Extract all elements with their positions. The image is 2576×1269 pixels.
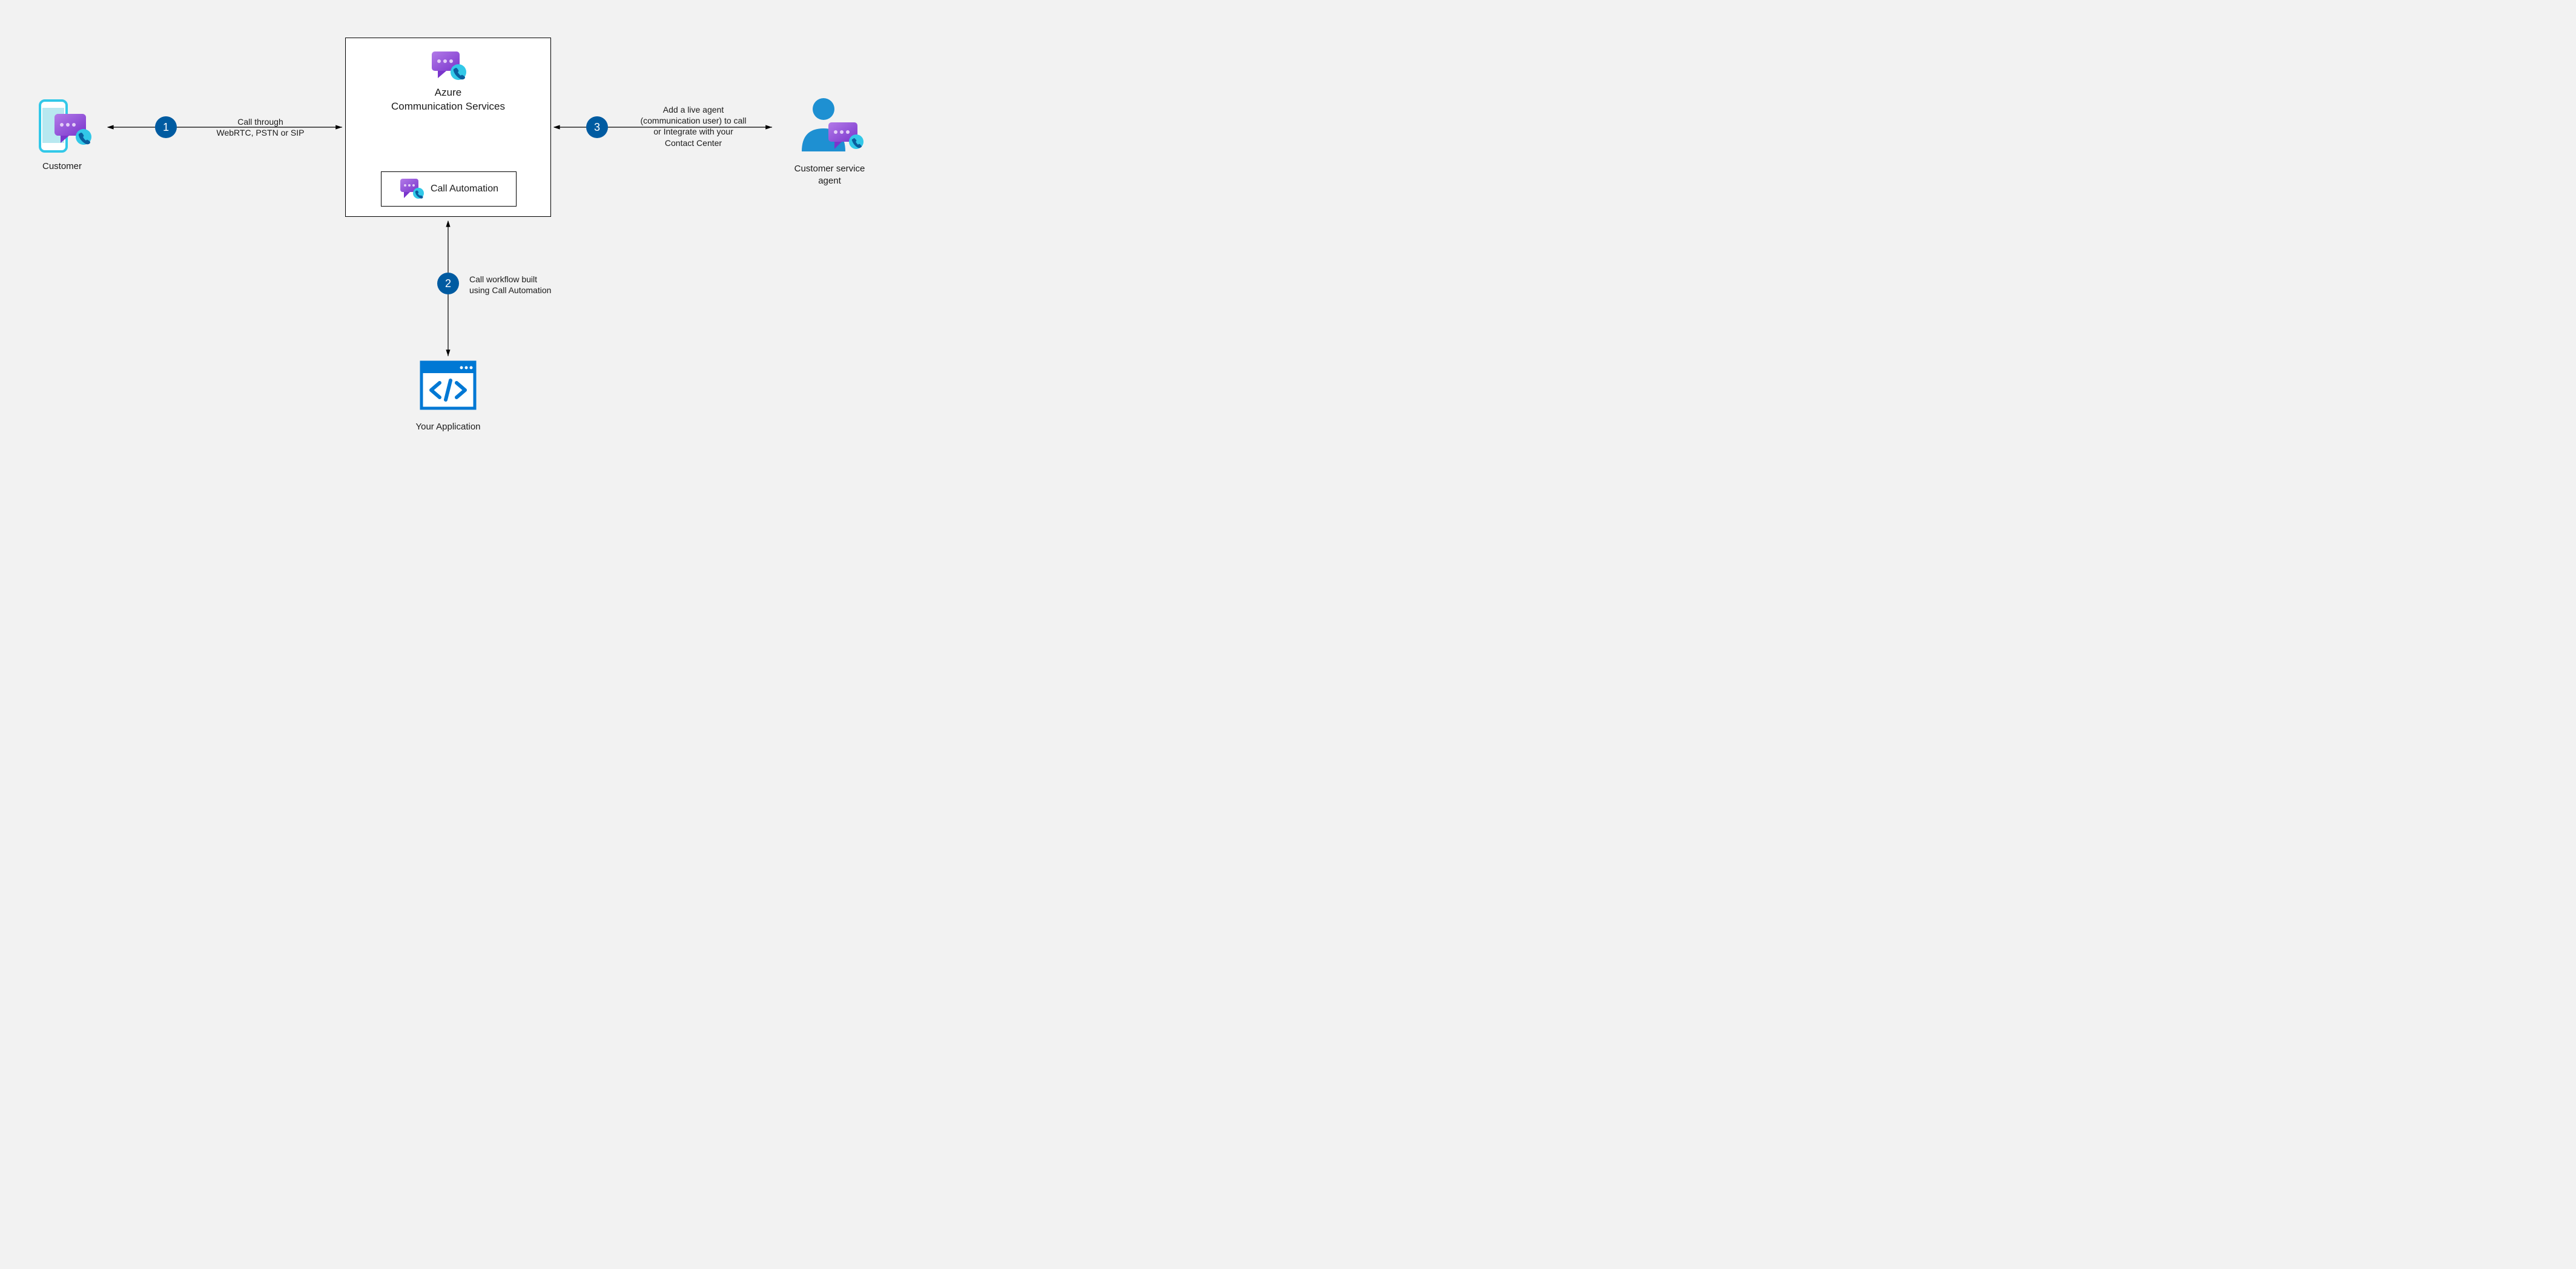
step-badge-3: 3 <box>586 116 608 138</box>
call-automation-icon <box>399 177 424 200</box>
your-app-label: Your Application <box>400 421 497 433</box>
call-automation-box: Call Automation <box>381 171 517 207</box>
call-automation-label: Call Automation <box>431 184 498 194</box>
acs-title: Azure Communication Services <box>346 86 550 114</box>
node-customer: Customer <box>21 97 103 173</box>
edge-label-1: Call through WebRTC, PSTN or SIP <box>200 116 321 138</box>
agent-person-chat-icon <box>793 93 866 160</box>
edge-label-3: Add a live agent (communication user) to… <box>624 104 763 148</box>
node-acs: Azure Communication Services Call Automa… <box>345 38 551 217</box>
node-agent: Customer service agent <box>775 93 884 188</box>
code-window-icon <box>418 359 478 414</box>
customer-label: Customer <box>21 161 103 173</box>
step-badge-2: 2 <box>437 273 459 294</box>
edge-label-2: Call workflow built using Call Automatio… <box>469 274 584 296</box>
acs-chat-icon <box>427 49 469 83</box>
step-num-3: 3 <box>594 121 600 134</box>
step-num-1: 1 <box>163 121 169 134</box>
node-your-app: Your Application <box>400 359 497 433</box>
agent-label: Customer service agent <box>775 163 884 188</box>
step-badge-1: 1 <box>155 116 177 138</box>
step-num-2: 2 <box>445 277 451 290</box>
customer-phone-chat-icon <box>29 97 96 157</box>
